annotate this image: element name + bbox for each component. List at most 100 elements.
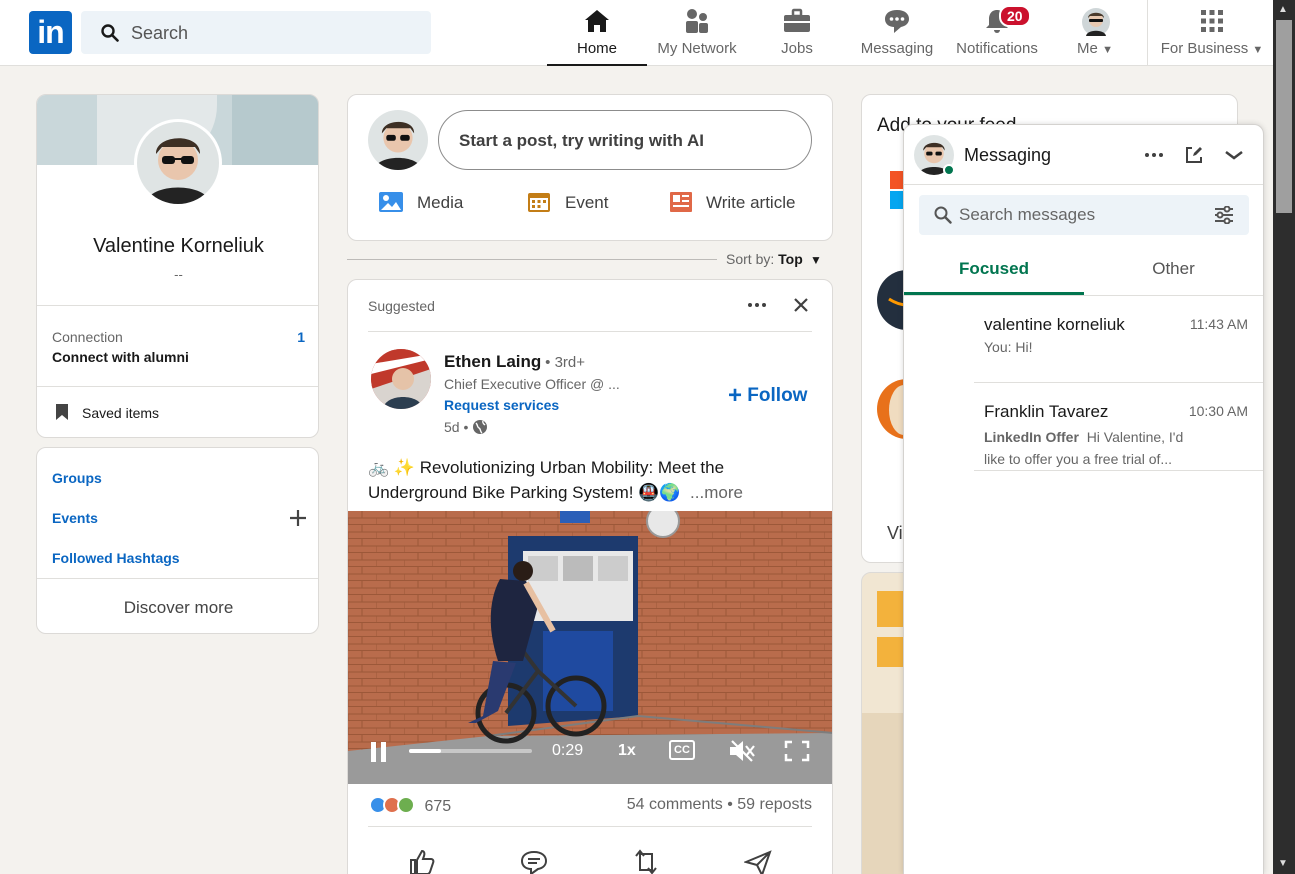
messaging-title: Messaging bbox=[964, 145, 1052, 165]
author-name[interactable]: Ethen Laing bbox=[444, 352, 541, 371]
search-icon bbox=[934, 206, 952, 224]
post-text: 🚲 ✨ Revolutionizing Urban Mobility: Meet… bbox=[368, 458, 743, 502]
suggested-label: Suggested bbox=[368, 298, 435, 314]
sort-divider bbox=[347, 259, 717, 260]
briefcase-icon bbox=[784, 8, 810, 32]
playback-speed-button[interactable]: 1x bbox=[618, 742, 636, 760]
nav-for-business[interactable]: For Business ▼ bbox=[1160, 0, 1264, 66]
video-progress-track[interactable] bbox=[409, 749, 532, 753]
events-link[interactable]: Events bbox=[52, 510, 98, 526]
profile-avatar[interactable] bbox=[134, 119, 222, 207]
plus-icon[interactable] bbox=[289, 509, 307, 527]
more-options-icon[interactable] bbox=[747, 298, 767, 312]
scroll-up-arrow[interactable]: ▲ bbox=[1278, 4, 1288, 15]
nav-me-label: Me ▼ bbox=[1077, 40, 1113, 57]
linkedin-logo[interactable]: in bbox=[29, 11, 72, 54]
connection-label: Connection bbox=[52, 329, 123, 345]
hashtags-link[interactable]: Followed Hashtags bbox=[52, 550, 180, 566]
nav-home[interactable]: Home bbox=[547, 0, 647, 66]
compose-icon[interactable] bbox=[1184, 145, 1204, 165]
nav-notifications-label: Notifications bbox=[956, 40, 1038, 57]
messaging-header[interactable]: Messaging bbox=[904, 125, 1263, 185]
author-avatar[interactable] bbox=[371, 349, 431, 409]
search-input[interactable]: Search bbox=[81, 11, 431, 54]
conversation-name: Franklin Tavarez bbox=[984, 402, 1109, 421]
shortcuts-card: Groups Events Followed Hashtags Discover… bbox=[36, 447, 319, 634]
comments-reposts-count[interactable]: 54 comments • 59 reposts bbox=[627, 796, 812, 814]
repost-icon[interactable] bbox=[632, 848, 660, 874]
composer-avatar[interactable] bbox=[368, 110, 428, 170]
fullscreen-icon[interactable] bbox=[784, 740, 810, 762]
plus-icon: + bbox=[728, 382, 743, 409]
groups-link[interactable]: Groups bbox=[52, 470, 102, 486]
media-label: Media bbox=[417, 193, 464, 212]
connections-row[interactable]: Connection 1 Connect with alumni bbox=[37, 306, 318, 386]
send-icon[interactable] bbox=[744, 850, 772, 874]
more-options-icon[interactable] bbox=[1144, 148, 1164, 162]
captions-button[interactable]: CC bbox=[669, 740, 695, 760]
saved-items-link[interactable]: Saved items bbox=[37, 387, 318, 437]
nav-jobs-label: Jobs bbox=[781, 40, 813, 57]
comment-icon[interactable] bbox=[520, 850, 548, 874]
nav-jobs[interactable]: Jobs bbox=[747, 0, 847, 66]
sort-dropdown[interactable]: Sort by: Top ▼ bbox=[726, 251, 822, 267]
connection-count: 1 bbox=[297, 329, 305, 345]
request-services-link[interactable]: Request services bbox=[444, 397, 559, 413]
pause-icon[interactable] bbox=[370, 741, 388, 763]
start-post-button[interactable]: Start a post, try writing with AI bbox=[438, 110, 812, 170]
tab-focused[interactable]: Focused bbox=[904, 247, 1084, 295]
nav-home-label: Home bbox=[576, 40, 617, 57]
top-nav-bar: in Search Home My Network Jobs Messaging… bbox=[0, 0, 1273, 66]
follow-button[interactable]: + Follow bbox=[728, 382, 807, 410]
nav-my-network-label: My Network bbox=[657, 40, 737, 57]
conversation-preview: You: Hi! bbox=[984, 339, 1033, 355]
search-icon bbox=[101, 24, 119, 42]
profile-card: Valentine Korneliuk -- Connection 1 Conn… bbox=[36, 94, 319, 438]
connect-alumni-text: Connect with alumni bbox=[52, 349, 189, 365]
scroll-down-arrow[interactable]: ▼ bbox=[1278, 858, 1288, 869]
conversation-time: 11:43 AM bbox=[1189, 316, 1248, 332]
nav-my-network[interactable]: My Network bbox=[647, 0, 747, 66]
home-icon bbox=[585, 10, 609, 32]
video-timestamp: 0:29 bbox=[552, 742, 584, 759]
conversation-item[interactable]: Franklin Tavarez 10:30 AM LinkedIn Offer… bbox=[904, 383, 1263, 470]
saved-items-label: Saved items bbox=[82, 405, 160, 421]
nav-for-business-label: For Business ▼ bbox=[1160, 40, 1264, 57]
profile-headline: -- bbox=[174, 267, 183, 282]
profile-name[interactable]: Valentine Korneliuk bbox=[37, 235, 318, 258]
search-messages-placeholder: Search messages bbox=[959, 205, 1096, 224]
view-recommendations-link[interactable]: Vi bbox=[887, 523, 903, 544]
post-time: 5d • bbox=[444, 419, 488, 435]
scrollbar-thumb[interactable] bbox=[1276, 20, 1292, 213]
tab-other[interactable]: Other bbox=[1084, 247, 1263, 295]
online-status-dot bbox=[943, 164, 955, 176]
close-icon[interactable] bbox=[793, 297, 809, 313]
author-title: Chief Executive Officer @ ... bbox=[444, 376, 620, 392]
nav-me[interactable]: Me ▼ bbox=[1060, 0, 1132, 66]
discover-more-button[interactable]: Discover more bbox=[37, 598, 318, 618]
post-composer: Start a post, try writing with AI Media … bbox=[347, 94, 833, 241]
mute-icon[interactable] bbox=[728, 739, 756, 763]
conversation-time: 10:30 AM bbox=[1188, 403, 1248, 419]
search-messages-input[interactable]: Search messages bbox=[919, 195, 1249, 235]
chat-icon bbox=[885, 10, 909, 33]
video-frame bbox=[348, 511, 832, 784]
nav-notifications[interactable]: Notifications bbox=[947, 0, 1047, 66]
filter-icon[interactable] bbox=[1214, 206, 1234, 224]
post-video[interactable]: 0:29 1x CC bbox=[348, 511, 832, 784]
reactions-count[interactable]: 675 bbox=[368, 795, 451, 816]
author-degree: • 3rd+ bbox=[545, 354, 586, 371]
nav-messaging-label: Messaging bbox=[860, 40, 934, 57]
caret-down-icon: ▼ bbox=[806, 253, 822, 267]
conversation-preview: LinkedIn Offer Hi Valentine, I'd like to… bbox=[984, 429, 1184, 467]
see-more-link[interactable]: ...more bbox=[690, 483, 743, 502]
reactions-icon bbox=[369, 796, 415, 814]
start-post-placeholder: Start a post, try writing with AI bbox=[459, 131, 704, 150]
nav-divider bbox=[1147, 0, 1148, 66]
search-placeholder: Search bbox=[131, 23, 189, 43]
conversation-item[interactable]: valentine korneliuk 11:43 AM You: Hi! bbox=[904, 296, 1263, 383]
like-icon[interactable] bbox=[408, 848, 436, 874]
nav-messaging[interactable]: Messaging bbox=[847, 0, 947, 66]
chevron-down-icon[interactable] bbox=[1224, 148, 1244, 162]
write-article-label: Write article bbox=[706, 193, 796, 212]
